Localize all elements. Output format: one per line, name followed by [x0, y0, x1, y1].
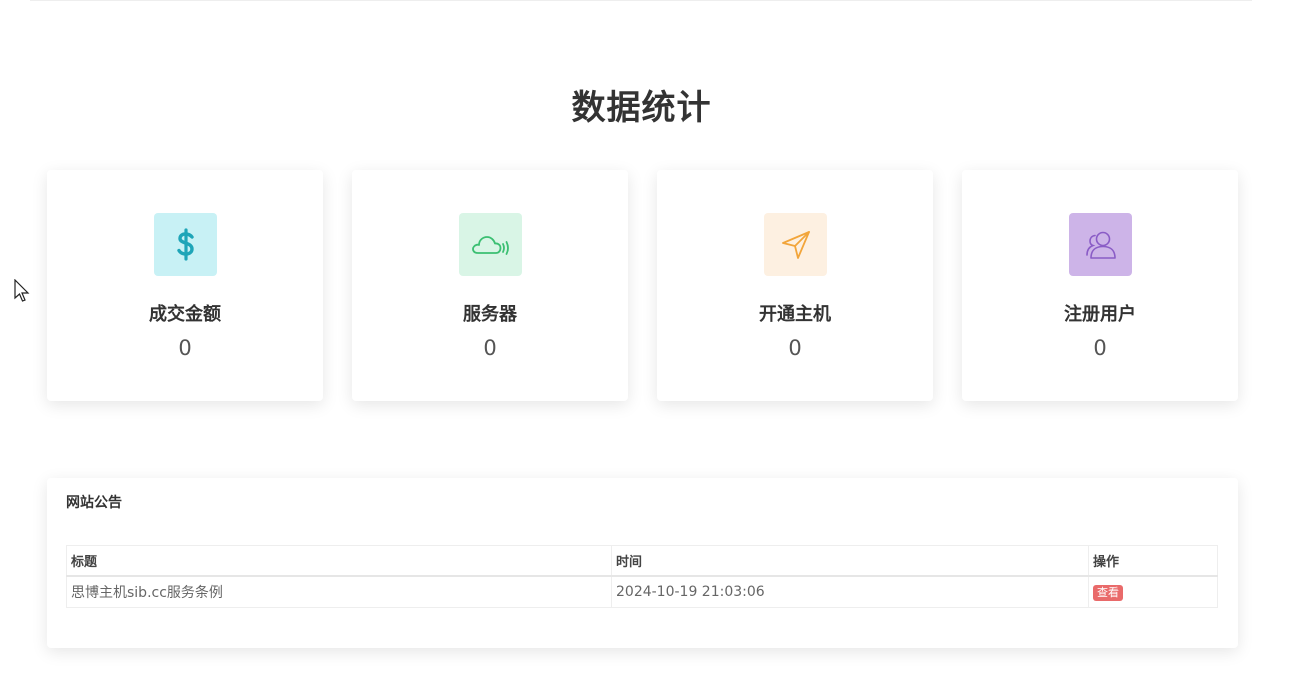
column-header-time: 时间 [611, 545, 1089, 577]
view-button[interactable]: 查看 [1093, 584, 1123, 601]
send-arrow-icon [764, 213, 827, 276]
stat-card-users: 注册用户 0 [962, 170, 1238, 401]
announcements-panel: 网站公告 标题 时间 操作 思博主机sib.cc服务条例 2024-10-19 … [47, 478, 1238, 648]
stat-value: 0 [1093, 336, 1107, 360]
table-row: 思博主机sib.cc服务条例 2024-10-19 21:03:06 查看 [66, 575, 1218, 608]
mouse-cursor-icon [14, 279, 30, 302]
stat-label: 成交金额 [149, 304, 221, 325]
announcements-table: 标题 时间 操作 思博主机sib.cc服务条例 2024-10-19 21:03… [66, 545, 1218, 608]
stat-label: 注册用户 [1064, 304, 1136, 325]
stat-value: 0 [178, 336, 192, 360]
column-header-title: 标题 [66, 545, 612, 577]
announcement-title: 思博主机sib.cc服务条例 [66, 575, 612, 608]
announcement-time: 2024-10-19 21:03:06 [611, 575, 1089, 608]
users-icon [1069, 213, 1132, 276]
table-header-row: 标题 时间 操作 [66, 545, 1218, 577]
stat-value: 0 [483, 336, 497, 360]
stat-label: 开通主机 [759, 304, 831, 325]
stat-card-hosts: 开通主机 0 [657, 170, 933, 401]
page-title: 数据统计 [571, 88, 712, 128]
stat-label: 服务器 [463, 304, 517, 325]
stat-card-revenue: 成交金额 0 [47, 170, 323, 401]
top-divider [30, 0, 1252, 1]
cloud-signal-icon [459, 213, 522, 276]
stat-card-servers: 服务器 0 [352, 170, 628, 401]
dollar-icon [154, 213, 217, 276]
announcement-action-cell: 查看 [1088, 575, 1218, 608]
column-header-action: 操作 [1088, 545, 1218, 577]
announcements-title: 网站公告 [66, 495, 122, 511]
stat-value: 0 [788, 336, 802, 360]
